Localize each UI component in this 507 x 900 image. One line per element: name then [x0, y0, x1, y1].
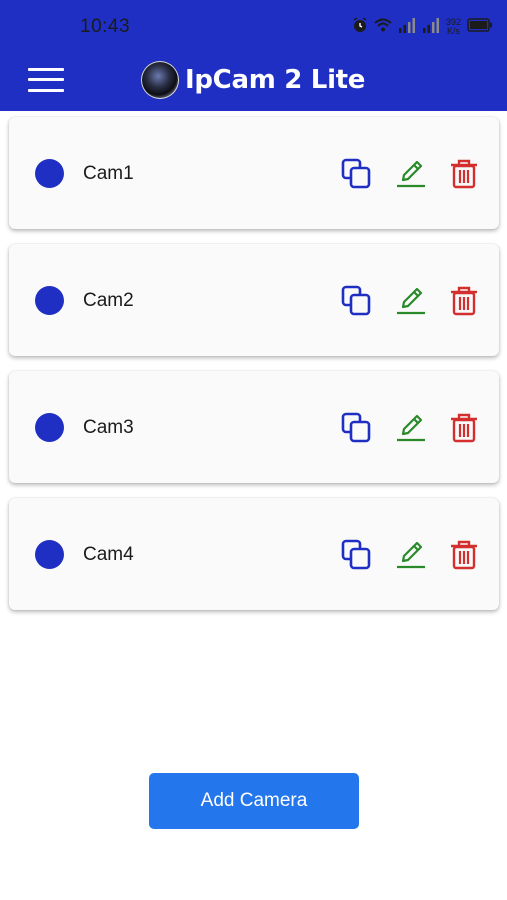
app-title-area: IpCam 2 Lite — [141, 60, 365, 100]
status-bar: 10:43 392 K/s — [0, 0, 507, 54]
camera-card[interactable]: Cam1 — [9, 117, 499, 229]
hamburger-menu-icon[interactable] — [28, 66, 64, 94]
add-camera-button[interactable]: Add Camera — [149, 773, 359, 829]
copy-icon[interactable] — [339, 157, 373, 191]
camera-status-dot — [35, 540, 64, 569]
copy-icon[interactable] — [339, 538, 373, 572]
pencil-icon[interactable] — [394, 284, 428, 318]
camera-lens-logo — [141, 61, 179, 99]
camera-name: Cam4 — [83, 544, 134, 565]
battery-icon — [467, 17, 493, 37]
trash-icon[interactable] — [447, 538, 481, 572]
copy-icon[interactable] — [339, 284, 373, 318]
status-icons: 392 K/s — [352, 14, 493, 40]
signal-icon — [422, 17, 440, 38]
pencil-icon[interactable] — [394, 411, 428, 445]
camera-status-dot — [35, 413, 64, 442]
camera-card[interactable]: Cam2 — [9, 244, 499, 356]
camera-status-dot — [35, 159, 64, 188]
trash-icon[interactable] — [447, 411, 481, 445]
copy-icon[interactable] — [339, 411, 373, 445]
wifi-icon — [374, 18, 392, 37]
trash-icon[interactable] — [447, 284, 481, 318]
signal-icon — [398, 17, 416, 38]
network-rate: 392 K/s — [446, 18, 461, 36]
rate-unit: K/s — [446, 26, 460, 36]
app-title: IpCam 2 Lite — [185, 65, 366, 95]
camera-status-dot — [35, 286, 64, 315]
camera-name: Cam2 — [83, 290, 134, 311]
camera-name: Cam3 — [83, 417, 134, 438]
camera-card[interactable]: Cam3 — [9, 371, 499, 483]
alarm-icon — [352, 16, 368, 38]
status-time: 10:43 — [80, 16, 131, 37]
app-bar: 10:43 392 K/s IpCam 2 Lite — [0, 0, 507, 111]
pencil-icon[interactable] — [394, 157, 428, 191]
pencil-icon[interactable] — [394, 538, 428, 572]
camera-name: Cam1 — [83, 163, 134, 184]
camera-card[interactable]: Cam4 — [9, 498, 499, 610]
trash-icon[interactable] — [447, 157, 481, 191]
